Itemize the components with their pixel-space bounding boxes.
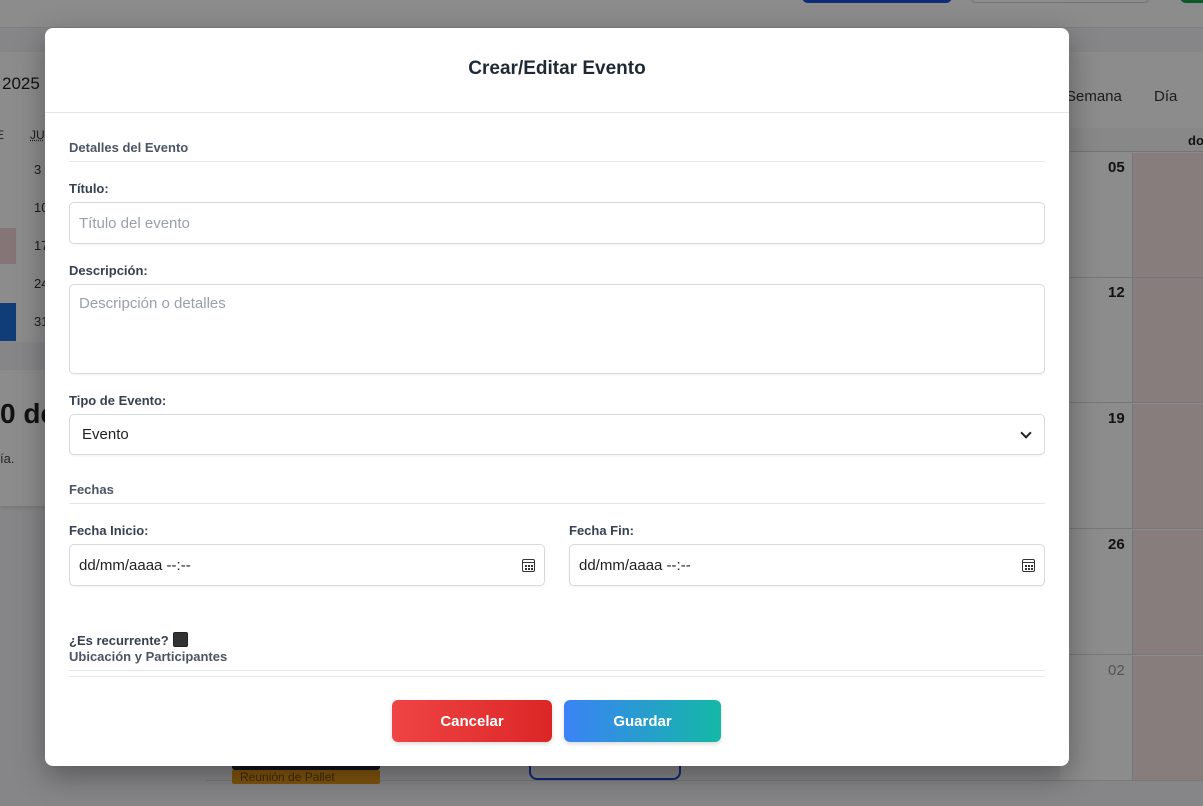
event-type-label: Tipo de Evento: (69, 393, 167, 408)
modal-body[interactable]: Detalles del Evento Título: Descripción:… (69, 113, 1045, 678)
recurring-label: ¿Es recurrente? (69, 633, 169, 648)
calendar-icon[interactable] (522, 558, 535, 572)
end-date-value: dd/mm/aaaa --:-- (579, 556, 691, 574)
section-title-details: Detalles del Evento (69, 140, 1045, 162)
recurring-checkbox[interactable] (173, 632, 188, 647)
cancel-button[interactable]: Cancelar (392, 700, 552, 742)
start-date-label: Fecha Inicio: (69, 523, 149, 538)
calendar-icon[interactable] (1022, 558, 1035, 572)
end-date-input[interactable]: dd/mm/aaaa --:-- (569, 544, 1045, 586)
title-label: Título: (69, 181, 109, 196)
modal-footer: Cancelar Guardar (45, 678, 1069, 766)
modal-header: Crear/Editar Evento (45, 28, 1069, 113)
divider (69, 676, 1045, 677)
start-date-input[interactable]: dd/mm/aaaa --:-- (69, 544, 545, 586)
event-type-selected: Evento (82, 426, 129, 443)
section-title-location: Ubicación y Participantes (69, 649, 1045, 671)
description-label: Descripción: (69, 263, 148, 278)
chevron-down-icon (1020, 426, 1032, 439)
start-date-value: dd/mm/aaaa --:-- (79, 556, 191, 574)
event-modal: Crear/Editar Evento Detalles del Evento … (45, 28, 1069, 766)
title-input[interactable] (69, 202, 1045, 244)
save-button[interactable]: Guardar (564, 700, 721, 742)
modal-title: Crear/Editar Evento (468, 58, 646, 79)
section-title-dates: Fechas (69, 482, 1045, 504)
description-textarea[interactable] (69, 284, 1045, 374)
event-type-select[interactable]: Evento (69, 414, 1045, 455)
end-date-label: Fecha Fin: (569, 523, 635, 538)
